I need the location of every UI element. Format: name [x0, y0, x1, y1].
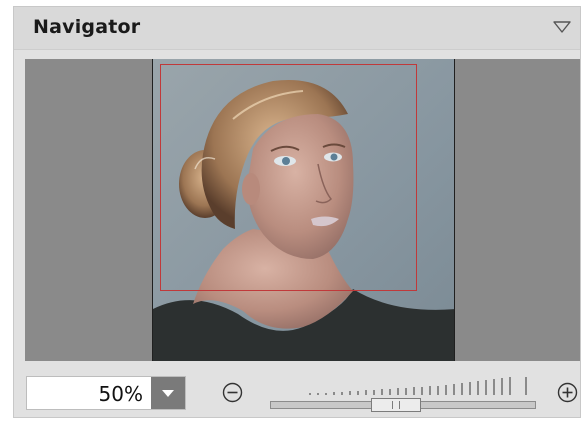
zoom-field[interactable]: 50% — [26, 376, 186, 410]
panel-header[interactable]: Navigator — [14, 7, 580, 50]
collapse-triangle-icon[interactable] — [552, 19, 572, 35]
zoom-in-icon[interactable] — [557, 382, 578, 403]
navigator-panel: Navigator 50% — [13, 6, 581, 418]
zoom-slider[interactable] — [270, 373, 540, 415]
zoom-value[interactable]: 50% — [99, 382, 143, 406]
slider-thumb[interactable] — [371, 398, 421, 412]
zoom-controls: 50% — [14, 361, 580, 419]
navigator-preview-area[interactable] — [25, 59, 580, 361]
zoom-dropdown-caret-icon[interactable] — [151, 377, 185, 409]
visible-area-frame[interactable] — [160, 64, 417, 291]
zoom-out-icon[interactable] — [222, 382, 243, 403]
panel-title: Navigator — [33, 16, 141, 38]
slider-ticks — [309, 377, 527, 395]
